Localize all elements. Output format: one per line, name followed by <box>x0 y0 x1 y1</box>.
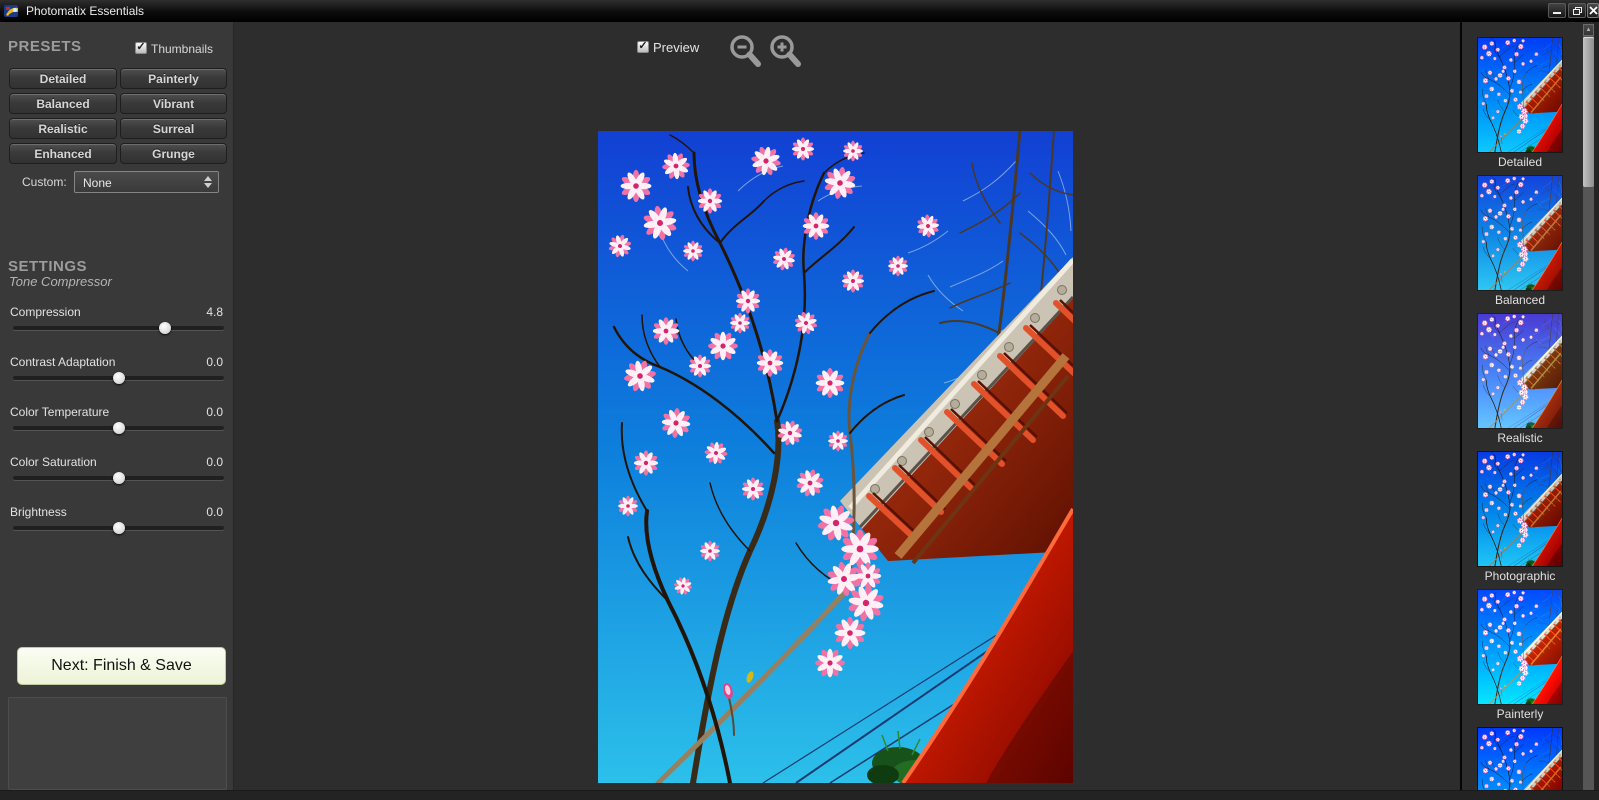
slider-value: 0.0 <box>206 355 223 369</box>
thumb-label: Painterly <box>1496 707 1544 721</box>
preview-area: ✓ Preview <box>235 22 1460 800</box>
thumb-label: Realistic <box>1497 431 1543 445</box>
thumbnails-checkbox-label: Thumbnails <box>151 42 214 56</box>
check-icon: ✓ <box>638 39 648 52</box>
method-label: Tone Compressor <box>9 274 112 289</box>
preset-button-painterly[interactable]: Painterly <box>120 68 227 89</box>
slider-compression: Compression 4.8 <box>10 305 227 345</box>
presets-settings-sidebar: PRESETS ✓ Thumbnails Detailed Painterly … <box>0 22 234 800</box>
slider-label: Brightness <box>10 505 67 519</box>
slider-label: Color Temperature <box>10 405 110 419</box>
window-right-edge <box>1594 22 1599 800</box>
minimize-icon <box>1553 12 1561 14</box>
preset-thumb-detailed[interactable]: Detailed <box>1478 38 1562 169</box>
preset-thumb-photographic[interactable]: Photographic <box>1478 452 1562 583</box>
custom-preset-value: None <box>83 176 112 190</box>
close-button[interactable] <box>1587 3 1599 18</box>
slider-track[interactable] <box>13 522 224 534</box>
preview-checkbox[interactable]: ✓ <box>637 39 649 53</box>
slider-value: 4.8 <box>206 305 223 319</box>
arrow-up-icon: ▲ <box>1585 27 1592 33</box>
thumb-label: Balanced <box>1494 293 1546 307</box>
thumb-image <box>1478 176 1562 290</box>
preset-thumb-painterly[interactable]: Painterly <box>1478 590 1562 721</box>
preset-button-realistic[interactable]: Realistic <box>9 118 117 139</box>
thumb-label: Detailed <box>1497 155 1543 169</box>
check-icon: ✓ <box>136 40 146 53</box>
preset-thumbnail-strip: Detailed Balanced Realistic Photographic… <box>1462 22 1599 800</box>
preview-photo-svg <box>598 131 1073 783</box>
custom-preset-label: Custom: <box>22 175 67 189</box>
slider-value: 0.0 <box>206 405 223 419</box>
thumb-image <box>1478 38 1562 152</box>
thumb-label: Photographic <box>1484 569 1556 583</box>
preset-thumb-realistic[interactable]: Realistic <box>1478 314 1562 445</box>
thumbnails-checkbox[interactable]: ✓ <box>135 40 147 54</box>
slider-contrast-adaptation: Contrast Adaptation 0.0 <box>10 355 227 395</box>
zoom-in-button[interactable] <box>769 34 805 72</box>
custom-preset-dropdown[interactable]: None <box>74 171 219 193</box>
next-finish-save-button[interactable]: Next: Finish & Save <box>17 647 226 685</box>
restore-button[interactable] <box>1568 3 1586 18</box>
slider-track[interactable] <box>13 422 224 434</box>
slider-track[interactable] <box>13 472 224 484</box>
zoom-out-button[interactable] <box>729 34 765 72</box>
preset-thumb-balanced[interactable]: Balanced <box>1478 176 1562 307</box>
magnifier-plus-icon <box>770 35 801 67</box>
slider-value: 0.0 <box>206 505 223 519</box>
titlebar: Photomatix Essentials <box>0 0 1599 22</box>
close-icon <box>1588 6 1598 15</box>
magnifier-minus-icon <box>730 35 761 67</box>
slider-track[interactable] <box>13 372 224 384</box>
slider-thumb[interactable] <box>112 372 125 384</box>
settings-heading: SETTINGS <box>8 258 88 275</box>
slider-value: 0.0 <box>206 455 223 469</box>
presets-heading: PRESETS <box>8 38 82 55</box>
slider-brightness: Brightness 0.0 <box>10 505 227 545</box>
preset-button-grunge[interactable]: Grunge <box>120 143 227 164</box>
slider-label: Color Saturation <box>10 455 97 469</box>
preset-button-detailed[interactable]: Detailed <box>9 68 117 89</box>
slider-label: Contrast Adaptation <box>10 355 116 369</box>
minimize-button[interactable] <box>1548 3 1566 18</box>
thumb-image <box>1478 452 1562 566</box>
thumbnail-scrollbar[interactable]: ▲ <box>1583 24 1594 800</box>
empty-info-box <box>8 697 227 790</box>
spinner-arrows-icon[interactable] <box>201 175 215 189</box>
slider-label: Compression <box>10 305 81 319</box>
slider-thumb[interactable] <box>112 472 125 484</box>
scrollbar-thumb[interactable] <box>1583 37 1594 187</box>
preset-button-surreal[interactable]: Surreal <box>120 118 227 139</box>
app-logo-icon <box>4 5 18 17</box>
slider-thumb[interactable] <box>112 522 125 534</box>
thumb-image <box>1478 590 1562 704</box>
preview-image[interactable] <box>598 131 1073 783</box>
slider-track[interactable] <box>13 322 224 334</box>
window-bottom-edge <box>0 790 1599 800</box>
preview-checkbox-label: Preview <box>653 40 700 55</box>
scroll-up-button[interactable]: ▲ <box>1583 24 1594 36</box>
slider-color-temperature: Color Temperature 0.0 <box>10 405 227 445</box>
slider-color-saturation: Color Saturation 0.0 <box>10 455 227 495</box>
photomatix-window: Photomatix Essentials PRESETS ✓ Thumbnai… <box>0 0 1599 800</box>
preset-button-balanced[interactable]: Balanced <box>9 93 117 114</box>
preset-button-enhanced[interactable]: Enhanced <box>9 143 117 164</box>
slider-thumb[interactable] <box>112 422 125 434</box>
restore-icon <box>1572 6 1582 15</box>
thumb-image <box>1478 314 1562 428</box>
preset-button-vibrant[interactable]: Vibrant <box>120 93 227 114</box>
slider-thumb[interactable] <box>158 322 171 334</box>
window-title: Photomatix Essentials <box>26 4 145 18</box>
